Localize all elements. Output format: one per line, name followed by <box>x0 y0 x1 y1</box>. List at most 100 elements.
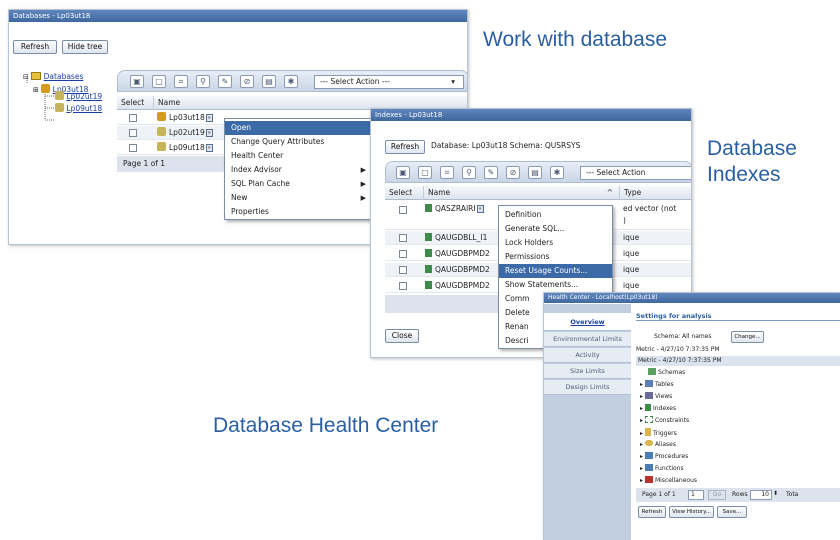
refresh-button[interactable]: Refresh <box>638 506 666 518</box>
select-all-icon[interactable]: ▣ <box>396 166 410 179</box>
row-name[interactable]: QAUGDBPMD2 <box>425 263 490 277</box>
item-functions[interactable]: ▸ Functions <box>640 464 684 474</box>
expand-arrow-icon[interactable]: ▸ <box>640 453 643 460</box>
row-name[interactable]: QASZRAIRI» <box>425 202 484 216</box>
expand-arrow-icon[interactable]: ▸ <box>640 430 643 437</box>
collapse-table-icon[interactable]: ▤ <box>262 75 276 88</box>
row-checkbox[interactable] <box>399 266 407 274</box>
row-checkbox[interactable] <box>399 250 407 258</box>
rows-per-page-input[interactable]: 10 <box>750 490 772 500</box>
item-schemas[interactable]: Schemas <box>648 368 685 378</box>
menu-trigger-icon[interactable]: » <box>205 114 213 122</box>
menu-item-lock-holders[interactable]: Lock Holders <box>499 236 612 250</box>
collapse-icon[interactable]: ⊟ <box>23 73 29 81</box>
expand-arrow-icon[interactable]: ▸ <box>640 441 643 448</box>
menu-item-definition[interactable]: Definition <box>499 208 612 222</box>
deselect-all-icon[interactable]: ▢ <box>418 166 432 179</box>
item-miscellaneous[interactable]: ▸ Miscellaneous <box>640 476 697 486</box>
select-action-dropdown[interactable]: --- Select Action <box>580 166 691 180</box>
row-checkbox[interactable] <box>399 282 407 290</box>
expand-arrow-icon[interactable]: ▸ <box>640 417 643 424</box>
close-button[interactable]: Close <box>385 329 419 343</box>
menu-item-change-query-attributes[interactable]: Change Query Attributes <box>225 135 370 149</box>
tab-environmental-limits[interactable]: Environmental Limits <box>544 332 631 347</box>
change-schema-button[interactable]: Change... <box>731 331 764 343</box>
column-name[interactable]: Name ^ <box>423 186 619 200</box>
expand-arrow-icon[interactable]: ▸ <box>640 405 643 412</box>
save-button[interactable]: Save... <box>717 506 747 518</box>
tab-activity[interactable]: Activity <box>544 348 631 363</box>
sort-ascending-icon[interactable]: ^ <box>607 186 613 200</box>
clear-sort-icon[interactable]: ⊘ <box>506 166 520 179</box>
expand-arrow-icon[interactable]: ▸ <box>640 381 643 388</box>
configure-columns-icon[interactable]: ✱ <box>550 166 564 179</box>
expand-arrow-icon[interactable]: ▸ <box>640 477 643 484</box>
item-constraints[interactable]: ▸ Constraints <box>640 416 689 426</box>
item-views[interactable]: ▸ Views <box>640 392 672 402</box>
menu-item-reset-usage-counts[interactable]: Reset Usage Counts... <box>499 264 612 278</box>
expand-arrow-icon[interactable]: ▸ <box>640 465 643 472</box>
menu-item-health-center[interactable]: Health Center <box>225 149 370 163</box>
view-history-button[interactable]: View History... <box>669 506 714 518</box>
menu-trigger-icon[interactable]: » <box>205 129 213 137</box>
row-checkbox[interactable] <box>129 129 137 137</box>
row-name[interactable]: Lp02ut19» <box>157 126 213 140</box>
row-checkbox[interactable] <box>129 114 137 122</box>
row-name[interactable]: Lp03ut18» <box>157 111 213 125</box>
show-filter-icon[interactable]: ⌗ <box>440 166 454 179</box>
page-number-input[interactable]: 1 <box>688 490 704 500</box>
refresh-button[interactable]: Refresh <box>13 40 57 54</box>
expand-arrow-icon[interactable]: ▸ <box>640 393 643 400</box>
item-tables[interactable]: ▸ Tables <box>640 380 674 390</box>
column-type[interactable]: Type <box>619 186 641 200</box>
collapse-table-icon[interactable]: ▤ <box>528 166 542 179</box>
row-checkbox[interactable] <box>399 234 407 242</box>
item-indexes[interactable]: ▸ Indexes <box>640 404 676 414</box>
menu-trigger-icon[interactable]: » <box>205 144 213 152</box>
menu-item-index-advisor[interactable]: Index Advisor ▶ <box>225 163 370 177</box>
row-name[interactable]: Lp09ut18» <box>157 141 213 155</box>
refresh-button[interactable]: Refresh <box>385 140 425 154</box>
tab-size-limits[interactable]: Size Limits <box>544 364 631 379</box>
menu-item-new[interactable]: New ▶ <box>225 191 370 205</box>
show-filter-icon[interactable]: ⌗ <box>174 75 188 88</box>
edit-sort-icon[interactable]: ✎ <box>218 75 232 88</box>
tree-item-lp02ut19[interactable]: Lp02ut19 <box>55 91 102 101</box>
row-name[interactable]: QAUGDBLL_I1 <box>425 231 487 245</box>
row-checkbox[interactable] <box>399 206 407 214</box>
edit-sort-icon[interactable]: ✎ <box>484 166 498 179</box>
go-button[interactable]: Go <box>708 490 726 500</box>
menu-item-permissions[interactable]: Permissions <box>499 250 612 264</box>
item-triggers[interactable]: ▸ Triggers <box>640 428 677 439</box>
edit-filter-icon[interactable]: ⚲ <box>462 166 476 179</box>
row-checkbox[interactable] <box>129 144 137 152</box>
select-all-icon[interactable]: ▣ <box>130 75 144 88</box>
expand-icon[interactable]: ⊞ <box>33 86 39 94</box>
configure-columns-icon[interactable]: ✱ <box>284 75 298 88</box>
menu-item-sql-plan-cache[interactable]: SQL Plan Cache ▶ <box>225 177 370 191</box>
menu-item-properties[interactable]: Properties <box>225 205 370 219</box>
column-select[interactable]: Select <box>117 96 144 110</box>
item-procedures[interactable]: ▸ Procedures <box>640 452 688 462</box>
menu-item-show-statements[interactable]: Show Statements... <box>499 278 612 292</box>
column-name[interactable]: Name <box>153 96 180 110</box>
row-name[interactable]: QAUGDBPMD2 <box>425 247 490 261</box>
edit-filter-icon[interactable]: ⚲ <box>196 75 210 88</box>
deselect-all-icon[interactable]: ▢ <box>152 75 166 88</box>
tree-root[interactable]: ⊟ Databases <box>23 72 83 81</box>
menu-trigger-icon[interactable]: » <box>476 205 484 213</box>
stepper-icon[interactable]: ⬍ <box>773 490 778 497</box>
column-select[interactable]: Select <box>385 186 412 200</box>
menu-item-open[interactable]: Open <box>225 121 370 135</box>
tree-item-label[interactable]: Lp02ut19 <box>66 92 102 101</box>
clear-sort-icon[interactable]: ⊘ <box>240 75 254 88</box>
item-aliases[interactable]: ▸ Aliases <box>640 440 676 450</box>
tab-design-limits[interactable]: Design Limits <box>544 380 631 395</box>
hide-tree-button[interactable]: Hide tree <box>62 40 108 54</box>
row-name[interactable]: QAUGDBPMD2 <box>425 279 490 293</box>
tree-root-label[interactable]: Databases <box>44 72 84 81</box>
menu-item-generate-sql[interactable]: Generate SQL... <box>499 222 612 236</box>
select-action-dropdown[interactable]: --- Select Action --- ▾ <box>314 75 464 89</box>
tree-item-label[interactable]: Lp09ut18 <box>66 104 102 113</box>
tree-item-lp09ut18[interactable]: Lp09ut18 <box>55 103 102 113</box>
